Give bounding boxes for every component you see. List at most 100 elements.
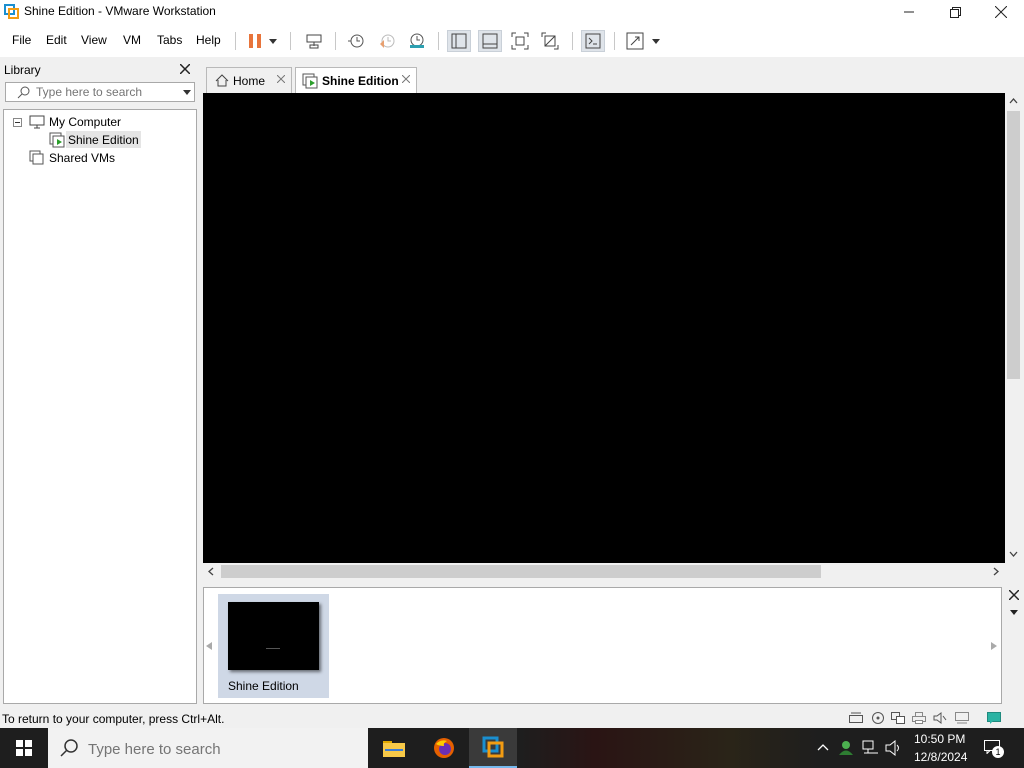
unity-button[interactable]	[538, 30, 562, 52]
horizontal-scroll-thumb[interactable]	[221, 565, 821, 578]
library-close-button[interactable]	[179, 61, 191, 77]
stretch-icon	[626, 32, 644, 50]
vmware-taskbar-button[interactable]	[469, 728, 517, 768]
tree-item-shine-edition[interactable]: Shine Edition	[66, 131, 141, 148]
taskbar-search-box[interactable]	[48, 728, 368, 768]
search-icon	[17, 86, 30, 99]
suspend-button[interactable]	[243, 30, 267, 52]
firefox-icon	[434, 738, 454, 758]
send-ctrl-alt-del-button[interactable]	[302, 30, 326, 52]
take-snapshot-button[interactable]	[344, 30, 368, 52]
menu-tabs[interactable]: Tabs	[157, 33, 182, 47]
vertical-scroll-thumb[interactable]	[1007, 111, 1020, 379]
taskbar-search-input[interactable]	[88, 739, 348, 759]
snapshot-manager-button[interactable]	[405, 30, 429, 52]
toolbar-separator	[290, 32, 291, 50]
thumbnail-bar: Shine Edition	[203, 587, 1002, 704]
horizontal-scrollbar[interactable]	[203, 563, 1005, 580]
full-screen-button[interactable]	[508, 30, 532, 52]
toolbar-separator	[335, 32, 336, 50]
thumbnail-bar-close-icon[interactable]	[1009, 590, 1019, 600]
snapshot-clock-icon	[348, 34, 364, 48]
menu-edit[interactable]: Edit	[46, 33, 67, 47]
start-button[interactable]	[0, 728, 48, 768]
console-view-button[interactable]	[581, 30, 605, 52]
clock-time[interactable]: 10:50 PM	[914, 732, 965, 746]
revert-snapshot-icon	[380, 34, 395, 48]
scroll-right-icon[interactable]	[993, 567, 999, 576]
computer-icon	[29, 115, 45, 129]
preview-line	[266, 648, 280, 649]
show-thumbnail-bar-button[interactable]	[478, 30, 502, 52]
minimize-icon	[904, 11, 914, 13]
status-bar: To return to your computer, press Ctrl+A…	[0, 708, 1024, 728]
chevron-down-icon	[652, 38, 660, 44]
tree-item-shared-vms[interactable]: Shared VMs	[49, 149, 115, 166]
tree-label: Shared VMs	[49, 150, 116, 165]
tab-close-button[interactable]	[276, 72, 286, 86]
hard-disk-icon[interactable]	[849, 712, 863, 724]
stretch-dropdown-button[interactable]	[648, 30, 664, 52]
tree-label: Shine Edition	[68, 132, 139, 147]
library-title: Library	[4, 63, 41, 77]
sound-card-icon[interactable]	[933, 712, 947, 724]
menu-file[interactable]: File	[12, 33, 31, 47]
restore-icon	[949, 6, 961, 18]
thumbnail-bar-menu-icon[interactable]	[1010, 610, 1018, 615]
minimize-button[interactable]	[886, 0, 932, 24]
title-bar: Shine Edition - VMware Workstation	[0, 0, 1024, 24]
clock-date[interactable]: 12/8/2024	[914, 750, 967, 764]
library-search-box[interactable]	[5, 82, 195, 102]
console-icon	[585, 33, 601, 49]
scroll-left-icon[interactable]	[208, 567, 214, 576]
vm-console-screen[interactable]	[203, 93, 1005, 563]
display-icon[interactable]	[955, 712, 969, 724]
vmware-logo-icon	[4, 4, 19, 19]
file-explorer-taskbar-button[interactable]	[370, 728, 418, 768]
tab-home[interactable]: Home	[206, 67, 292, 93]
notification-center-button[interactable]: 1	[980, 736, 1006, 760]
home-icon	[215, 74, 229, 87]
power-dropdown-button[interactable]	[265, 30, 281, 52]
unity-icon	[541, 32, 559, 50]
cd-dvd-icon[interactable]	[871, 712, 885, 724]
chevron-down-icon	[269, 38, 277, 44]
menu-toolbar: File Edit View VM Tabs Help	[0, 24, 1024, 57]
revert-snapshot-button[interactable]	[375, 30, 399, 52]
show-hidden-icons-icon[interactable]	[817, 743, 829, 751]
tab-label: Home	[233, 73, 266, 88]
firefox-taskbar-button[interactable]	[420, 728, 468, 768]
stretch-guest-button[interactable]	[623, 30, 647, 52]
notification-count-badge: 1	[992, 746, 1004, 758]
vm-thumbnail[interactable]: Shine Edition	[218, 594, 329, 698]
tab-shine-edition[interactable]: Shine Edition	[295, 67, 417, 94]
thumbnail-bar-icon	[482, 33, 498, 49]
tab-close-button[interactable]	[401, 72, 411, 86]
network-adapter-icon[interactable]	[891, 712, 905, 724]
menu-vm[interactable]: VM	[123, 33, 141, 47]
scroll-up-icon[interactable]	[1009, 98, 1018, 104]
menu-view[interactable]: View	[81, 33, 107, 47]
collapse-icon[interactable]	[13, 118, 22, 127]
library-search-input[interactable]	[36, 85, 176, 99]
show-library-button[interactable]	[447, 30, 471, 52]
volume-icon[interactable]	[885, 740, 903, 756]
message-log-icon[interactable]	[987, 712, 1001, 724]
shared-vms-icon	[29, 150, 44, 165]
thumbnail-scroll-right-icon[interactable]	[991, 642, 997, 650]
thumbnail-scroll-left-icon[interactable]	[206, 642, 212, 650]
vmware-tray-icon[interactable]	[838, 740, 854, 756]
search-icon	[60, 739, 78, 757]
printer-icon[interactable]	[912, 712, 926, 724]
close-window-button[interactable]	[978, 0, 1024, 24]
chevron-down-icon[interactable]	[183, 90, 191, 95]
menu-help[interactable]: Help	[196, 33, 221, 47]
vmware-logo-icon	[482, 736, 504, 758]
scroll-down-icon[interactable]	[1009, 551, 1018, 557]
network-icon[interactable]	[862, 740, 880, 756]
tab-strip: Home Shine Edition	[203, 63, 1023, 94]
tree-item-my-computer[interactable]: My Computer	[49, 113, 121, 130]
restore-button[interactable]	[932, 0, 978, 24]
toolbar-separator	[572, 32, 573, 50]
vertical-scrollbar[interactable]	[1005, 93, 1022, 563]
